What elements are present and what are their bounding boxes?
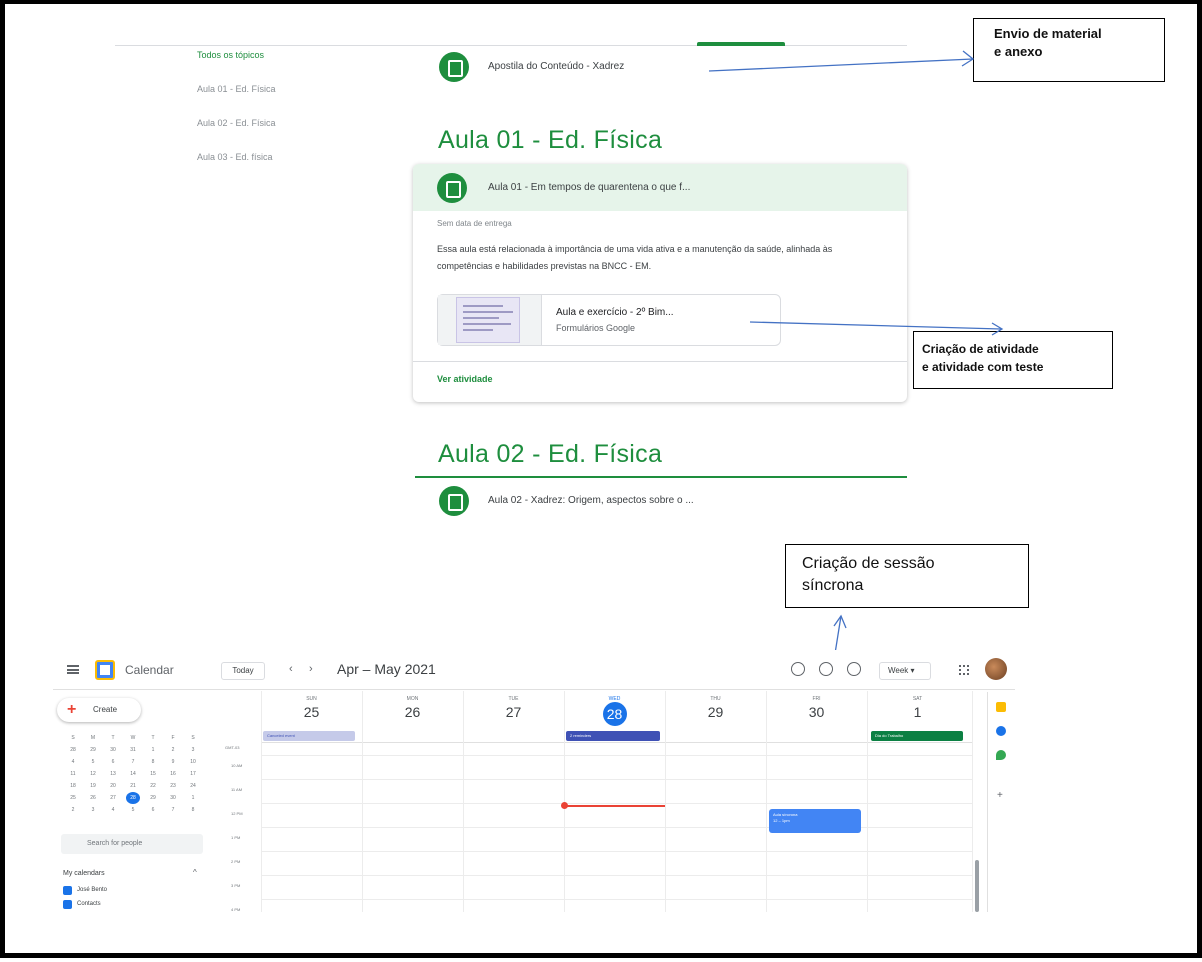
callout-sessao-sincrona: Criação de sessão síncrona bbox=[785, 544, 1029, 608]
assignment-description: Essa aula está relacionada à importância… bbox=[437, 244, 833, 271]
callout-criacao-atividade: Criação de atividade e atividade com tes… bbox=[913, 331, 1113, 389]
material-title[interactable]: Apostila do Conteúdo - Xadrez bbox=[488, 61, 624, 72]
callout-line: Criação de atividade bbox=[922, 342, 1039, 356]
classroom-panel: Todos os tópicos Aula 01 - Ed. Física Au… bbox=[115, 40, 907, 518]
prev-week-button[interactable]: ‹ bbox=[289, 663, 293, 675]
day-header-fri[interactable]: FRI 30 bbox=[766, 690, 867, 740]
sidebar-item-aula-02[interactable]: Aula 02 - Ed. Física bbox=[197, 116, 347, 150]
create-label: Create bbox=[93, 705, 118, 714]
current-time-line bbox=[565, 805, 665, 807]
topics-sidebar: Todos os tópicos Aula 01 - Ed. Física Au… bbox=[197, 48, 347, 184]
callout-line: síncrona bbox=[802, 577, 864, 594]
current-range-label: Apr – May 2021 bbox=[337, 661, 436, 677]
attachment-title: Aula e exercício - 2º Bim... bbox=[556, 307, 674, 318]
menu-icon[interactable] bbox=[67, 665, 79, 674]
assignment-title: Aula 01 - Em tempos de quarentena o que … bbox=[488, 182, 691, 193]
grid-scrollbar[interactable] bbox=[975, 860, 979, 912]
event-wed-reminders[interactable]: 2 reminders bbox=[566, 731, 660, 741]
divider bbox=[413, 361, 907, 362]
settings-icon[interactable] bbox=[847, 662, 861, 676]
view-assignment-link[interactable]: Ver atividade bbox=[437, 374, 493, 384]
screenshot-frame: Todos os tópicos Aula 01 - Ed. Física Au… bbox=[0, 0, 1202, 958]
topic-heading-aula-01: Aula 01 - Ed. Física bbox=[438, 126, 663, 154]
material-icon bbox=[439, 486, 469, 516]
app-title: Calendar bbox=[125, 663, 174, 677]
today-button[interactable]: Today bbox=[221, 662, 265, 680]
search-icon[interactable] bbox=[791, 662, 805, 676]
apps-icon[interactable] bbox=[959, 665, 969, 675]
create-button[interactable]: + Create bbox=[57, 698, 141, 722]
mini-calendar[interactable]: SMTWTFS 28 29 30 31 1 2 3 4 5 6 7 8 9 10 11 12 13 14 15 1… bbox=[63, 732, 203, 816]
hour-label: 2 PM bbox=[231, 859, 241, 864]
hour-label: 11 AM bbox=[231, 787, 243, 792]
assignment-card: Aula 01 - Em tempos de quarentena o que … bbox=[413, 164, 907, 402]
hour-label: 4 PM bbox=[231, 907, 241, 912]
help-icon[interactable] bbox=[819, 662, 833, 676]
event-sat-holiday[interactable]: Dia do Trabalho bbox=[871, 731, 963, 741]
maps-icon[interactable] bbox=[996, 750, 1006, 760]
keep-icon[interactable] bbox=[996, 702, 1006, 712]
chevron-up-icon[interactable]: ^ bbox=[193, 868, 197, 877]
callout-line: Criação de sessão bbox=[802, 555, 935, 572]
event-aula-sincrona[interactable]: Aula síncrona 12 – 1pm bbox=[769, 809, 861, 833]
next-week-button[interactable]: › bbox=[309, 663, 313, 675]
add-addon-icon[interactable]: + bbox=[997, 791, 1005, 801]
callout-envio-material: Envio de material e anexo bbox=[973, 18, 1165, 82]
sidebar-item-aula-03[interactable]: Aula 03 - Ed. física bbox=[197, 150, 347, 184]
document-thumbnail-icon bbox=[456, 297, 520, 343]
callout-line: e atividade com teste bbox=[922, 360, 1044, 374]
calendar-logo-icon bbox=[95, 660, 115, 680]
hour-label: 10 AM bbox=[231, 763, 243, 768]
assignment-card-header[interactable]: Aula 01 - Em tempos de quarentena o que … bbox=[413, 164, 907, 211]
day-header-tue[interactable]: TUE 27 bbox=[463, 690, 564, 740]
due-date-label: Sem data de entrega bbox=[437, 219, 512, 228]
current-time-dot bbox=[561, 802, 568, 809]
day-header-mon[interactable]: MON 26 bbox=[362, 690, 463, 740]
material-title-aula-02[interactable]: Aula 02 - Xadrez: Origem, aspectos sobre… bbox=[488, 495, 694, 506]
tasks-icon[interactable] bbox=[996, 726, 1006, 736]
material-icon bbox=[439, 52, 469, 82]
arrow-head bbox=[961, 50, 975, 67]
timezone-label: GMT-03 bbox=[225, 745, 240, 750]
event-sun[interactable]: Canceled event bbox=[263, 731, 355, 741]
attachment-chip[interactable]: Aula e exercício - 2º Bim... Formulários… bbox=[437, 294, 781, 346]
search-people-input[interactable]: Search for people bbox=[61, 834, 203, 854]
view-selector[interactable]: Week ▾ bbox=[879, 662, 931, 680]
form-thumbnail bbox=[438, 295, 542, 345]
calendar-item-contacts[interactable]: Contacts bbox=[63, 900, 101, 909]
my-calendars-heading[interactable]: My calendars bbox=[63, 870, 105, 877]
assignment-icon bbox=[437, 173, 467, 203]
topic-underline bbox=[415, 476, 907, 478]
avatar[interactable] bbox=[985, 658, 1007, 680]
callout-line: e anexo bbox=[994, 44, 1043, 59]
calendar-item-user[interactable]: José Bento bbox=[63, 886, 107, 895]
sidebar-item-aula-01[interactable]: Aula 01 - Ed. Física bbox=[197, 82, 347, 116]
calendar-header: Calendar Today ‹ › Apr – May 2021 Week ▾ bbox=[53, 650, 1015, 690]
side-panel-rail: + bbox=[987, 692, 1015, 912]
callout-line: Envio de material bbox=[994, 26, 1102, 41]
event-time: 12 – 1pm bbox=[773, 818, 790, 823]
divider bbox=[115, 45, 907, 46]
topic-heading-aula-02: Aula 02 - Ed. Física bbox=[438, 440, 663, 468]
arrow-head bbox=[833, 614, 847, 629]
day-header-thu[interactable]: THU 29 bbox=[665, 690, 766, 740]
hour-label: 12 PM bbox=[231, 811, 243, 816]
hour-label: 1 PM bbox=[231, 835, 241, 840]
plus-icon: + bbox=[67, 701, 77, 718]
attachment-type: Formulários Google bbox=[556, 323, 636, 333]
calendar-left-pane: + Create SMTWTFS 28 29 30 31 1 2 3 4 5 6 7 8 9 10 11… bbox=[53, 690, 213, 912]
calendar-app: Calendar Today ‹ › Apr – May 2021 Week ▾… bbox=[53, 650, 1015, 912]
hour-label: 3 PM bbox=[231, 883, 241, 888]
sidebar-item-all-topics[interactable]: Todos os tópicos bbox=[197, 48, 347, 82]
active-tab-indicator bbox=[697, 42, 785, 46]
week-grid[interactable]: GMT-03 10 AM 11 AM 12 PM 1 PM 2 PM 3 PM … bbox=[225, 691, 973, 912]
